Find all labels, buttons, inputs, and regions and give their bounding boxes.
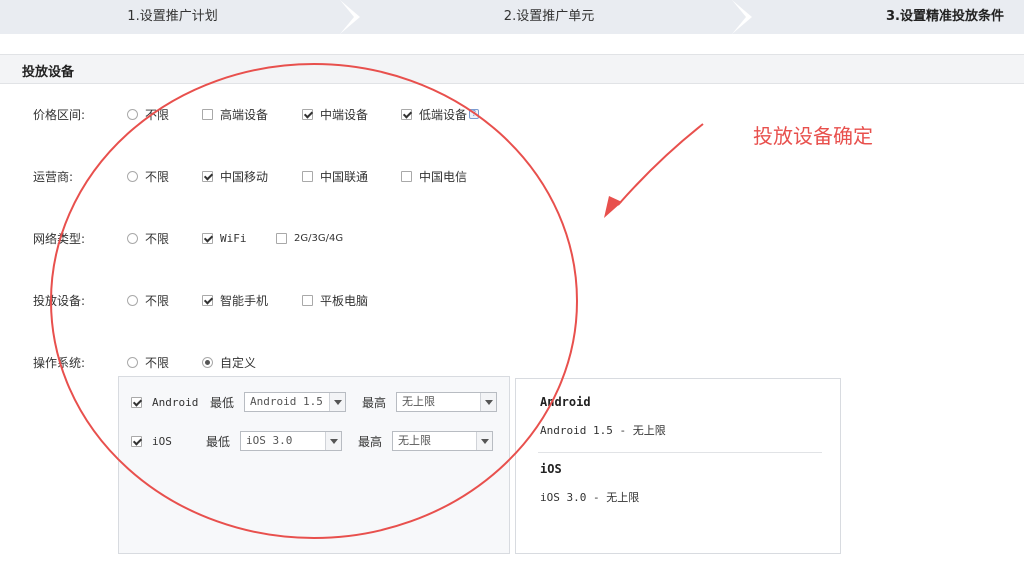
summary-title-android: Android	[540, 395, 591, 409]
carrier-option-china-unicom[interactable]: 中国联通	[302, 168, 368, 184]
android-min-version-select[interactable]: Android 1.5	[244, 392, 347, 412]
chevron-down-icon	[480, 393, 497, 411]
price-option-unlimited[interactable]: 不限	[127, 106, 169, 122]
checkbox-checked[interactable]	[202, 232, 213, 244]
chevron-right-icon	[340, 0, 360, 34]
summary-title-ios: iOS	[540, 462, 562, 476]
radio-button[interactable]	[127, 356, 138, 368]
os-label: 操作系统:	[33, 356, 86, 370]
step-2-label: 2.设置推广单元	[503, 9, 595, 24]
step-progress-bar: 1.设置推广计划 2.设置推广单元 3.设置精准投放条件	[0, 0, 1024, 34]
annotation-arrow-shaft	[617, 123, 704, 206]
network-type-label: 网络类型:	[33, 232, 86, 246]
os-config-panel: Android 最低 Android 1.5 最高 无上限 iOS 最低 iOS…	[118, 376, 510, 554]
chevron-down-icon	[329, 393, 346, 411]
os-name: iOS	[152, 434, 172, 448]
os-config-ios: iOS 最低 iOS 3.0 最高 无上限	[131, 431, 494, 451]
device-option-unlimited[interactable]: 不限	[127, 292, 169, 308]
carrier-option-china-mobile[interactable]: 中国移动	[202, 168, 268, 184]
max-label: 最高	[358, 434, 383, 449]
checkbox[interactable]	[401, 170, 412, 182]
checkbox[interactable]	[202, 108, 213, 120]
os-summary-panel: Android Android 1.5 - 无上限 iOS iOS 3.0 - …	[515, 378, 841, 554]
question-icon[interactable]: ?	[469, 109, 480, 119]
step-3-label: 3.设置精准投放条件	[886, 9, 1004, 24]
step-1-label: 1.设置推广计划	[127, 9, 218, 24]
chevron-right-icon	[732, 0, 752, 34]
device-row: 投放设备: 不限 智能手机 平板电脑	[0, 292, 700, 312]
price-option-mid-range[interactable]: 中端设备	[302, 106, 368, 122]
os-option-custom[interactable]: 自定义	[202, 354, 256, 370]
device-option-smartphone[interactable]: 智能手机	[202, 292, 268, 308]
section-title: 投放设备	[22, 65, 75, 80]
os-config-android: Android 最低 Android 1.5 最高 无上限	[131, 392, 498, 412]
network-option-cellular[interactable]: 2G/3G/4G	[276, 230, 343, 246]
min-label: 最低	[210, 395, 235, 410]
carrier-row: 运营商: 不限 中国移动 中国联通 中国电信	[0, 168, 700, 188]
carrier-label: 运营商:	[33, 170, 74, 184]
max-label: 最高	[362, 395, 387, 410]
checkbox-checked[interactable]	[401, 108, 412, 120]
carrier-option-unlimited[interactable]: 不限	[127, 168, 169, 184]
carrier-option-china-telecom[interactable]: 中国电信	[401, 168, 467, 184]
os-name: Android	[152, 395, 199, 409]
radio-button[interactable]	[127, 294, 138, 306]
price-option-low-end[interactable]: 低端设备 ?	[401, 106, 480, 122]
checkbox-checked[interactable]	[202, 294, 213, 306]
network-type-row: 网络类型: 不限 WiFi 2G/3G/4G	[0, 230, 700, 250]
chevron-down-icon	[476, 432, 493, 450]
summary-range-android: Android 1.5 - 无上限	[540, 424, 666, 437]
os-row: 操作系统: 不限 自定义	[0, 354, 700, 374]
section-header: 投放设备	[0, 54, 1024, 84]
annotation-text: 投放设备确定	[753, 124, 873, 148]
network-option-unlimited[interactable]: 不限	[127, 230, 169, 246]
android-max-version-select[interactable]: 无上限	[396, 392, 498, 412]
summary-range-ios: iOS 3.0 - 无上限	[540, 491, 640, 504]
checkbox[interactable]	[276, 232, 287, 244]
price-range-label: 价格区间:	[33, 108, 86, 122]
checkbox-checked[interactable]	[131, 396, 142, 408]
annotation-arrow-head	[604, 196, 622, 218]
checkbox[interactable]	[302, 170, 313, 182]
checkbox-checked[interactable]	[131, 435, 142, 447]
device-label: 投放设备:	[33, 294, 86, 308]
chevron-down-icon	[325, 432, 342, 450]
radio-button[interactable]	[127, 232, 138, 244]
radio-button-selected[interactable]	[202, 356, 213, 368]
ios-max-version-select[interactable]: 无上限	[392, 431, 494, 451]
divider	[538, 452, 822, 453]
checkbox-checked[interactable]	[302, 108, 313, 120]
radio-button[interactable]	[127, 108, 138, 120]
ios-min-version-select[interactable]: iOS 3.0	[240, 431, 343, 451]
radio-button[interactable]	[127, 170, 138, 182]
checkbox[interactable]	[302, 294, 313, 306]
checkbox-checked[interactable]	[202, 170, 213, 182]
os-option-unlimited[interactable]: 不限	[127, 354, 169, 370]
network-option-wifi[interactable]: WiFi	[202, 230, 247, 246]
device-option-tablet[interactable]: 平板电脑	[302, 292, 368, 308]
price-range-row: 价格区间: 不限 高端设备 中端设备 低端设备 ?	[0, 106, 700, 126]
min-label: 最低	[206, 434, 231, 449]
price-option-high-end[interactable]: 高端设备	[202, 106, 268, 122]
